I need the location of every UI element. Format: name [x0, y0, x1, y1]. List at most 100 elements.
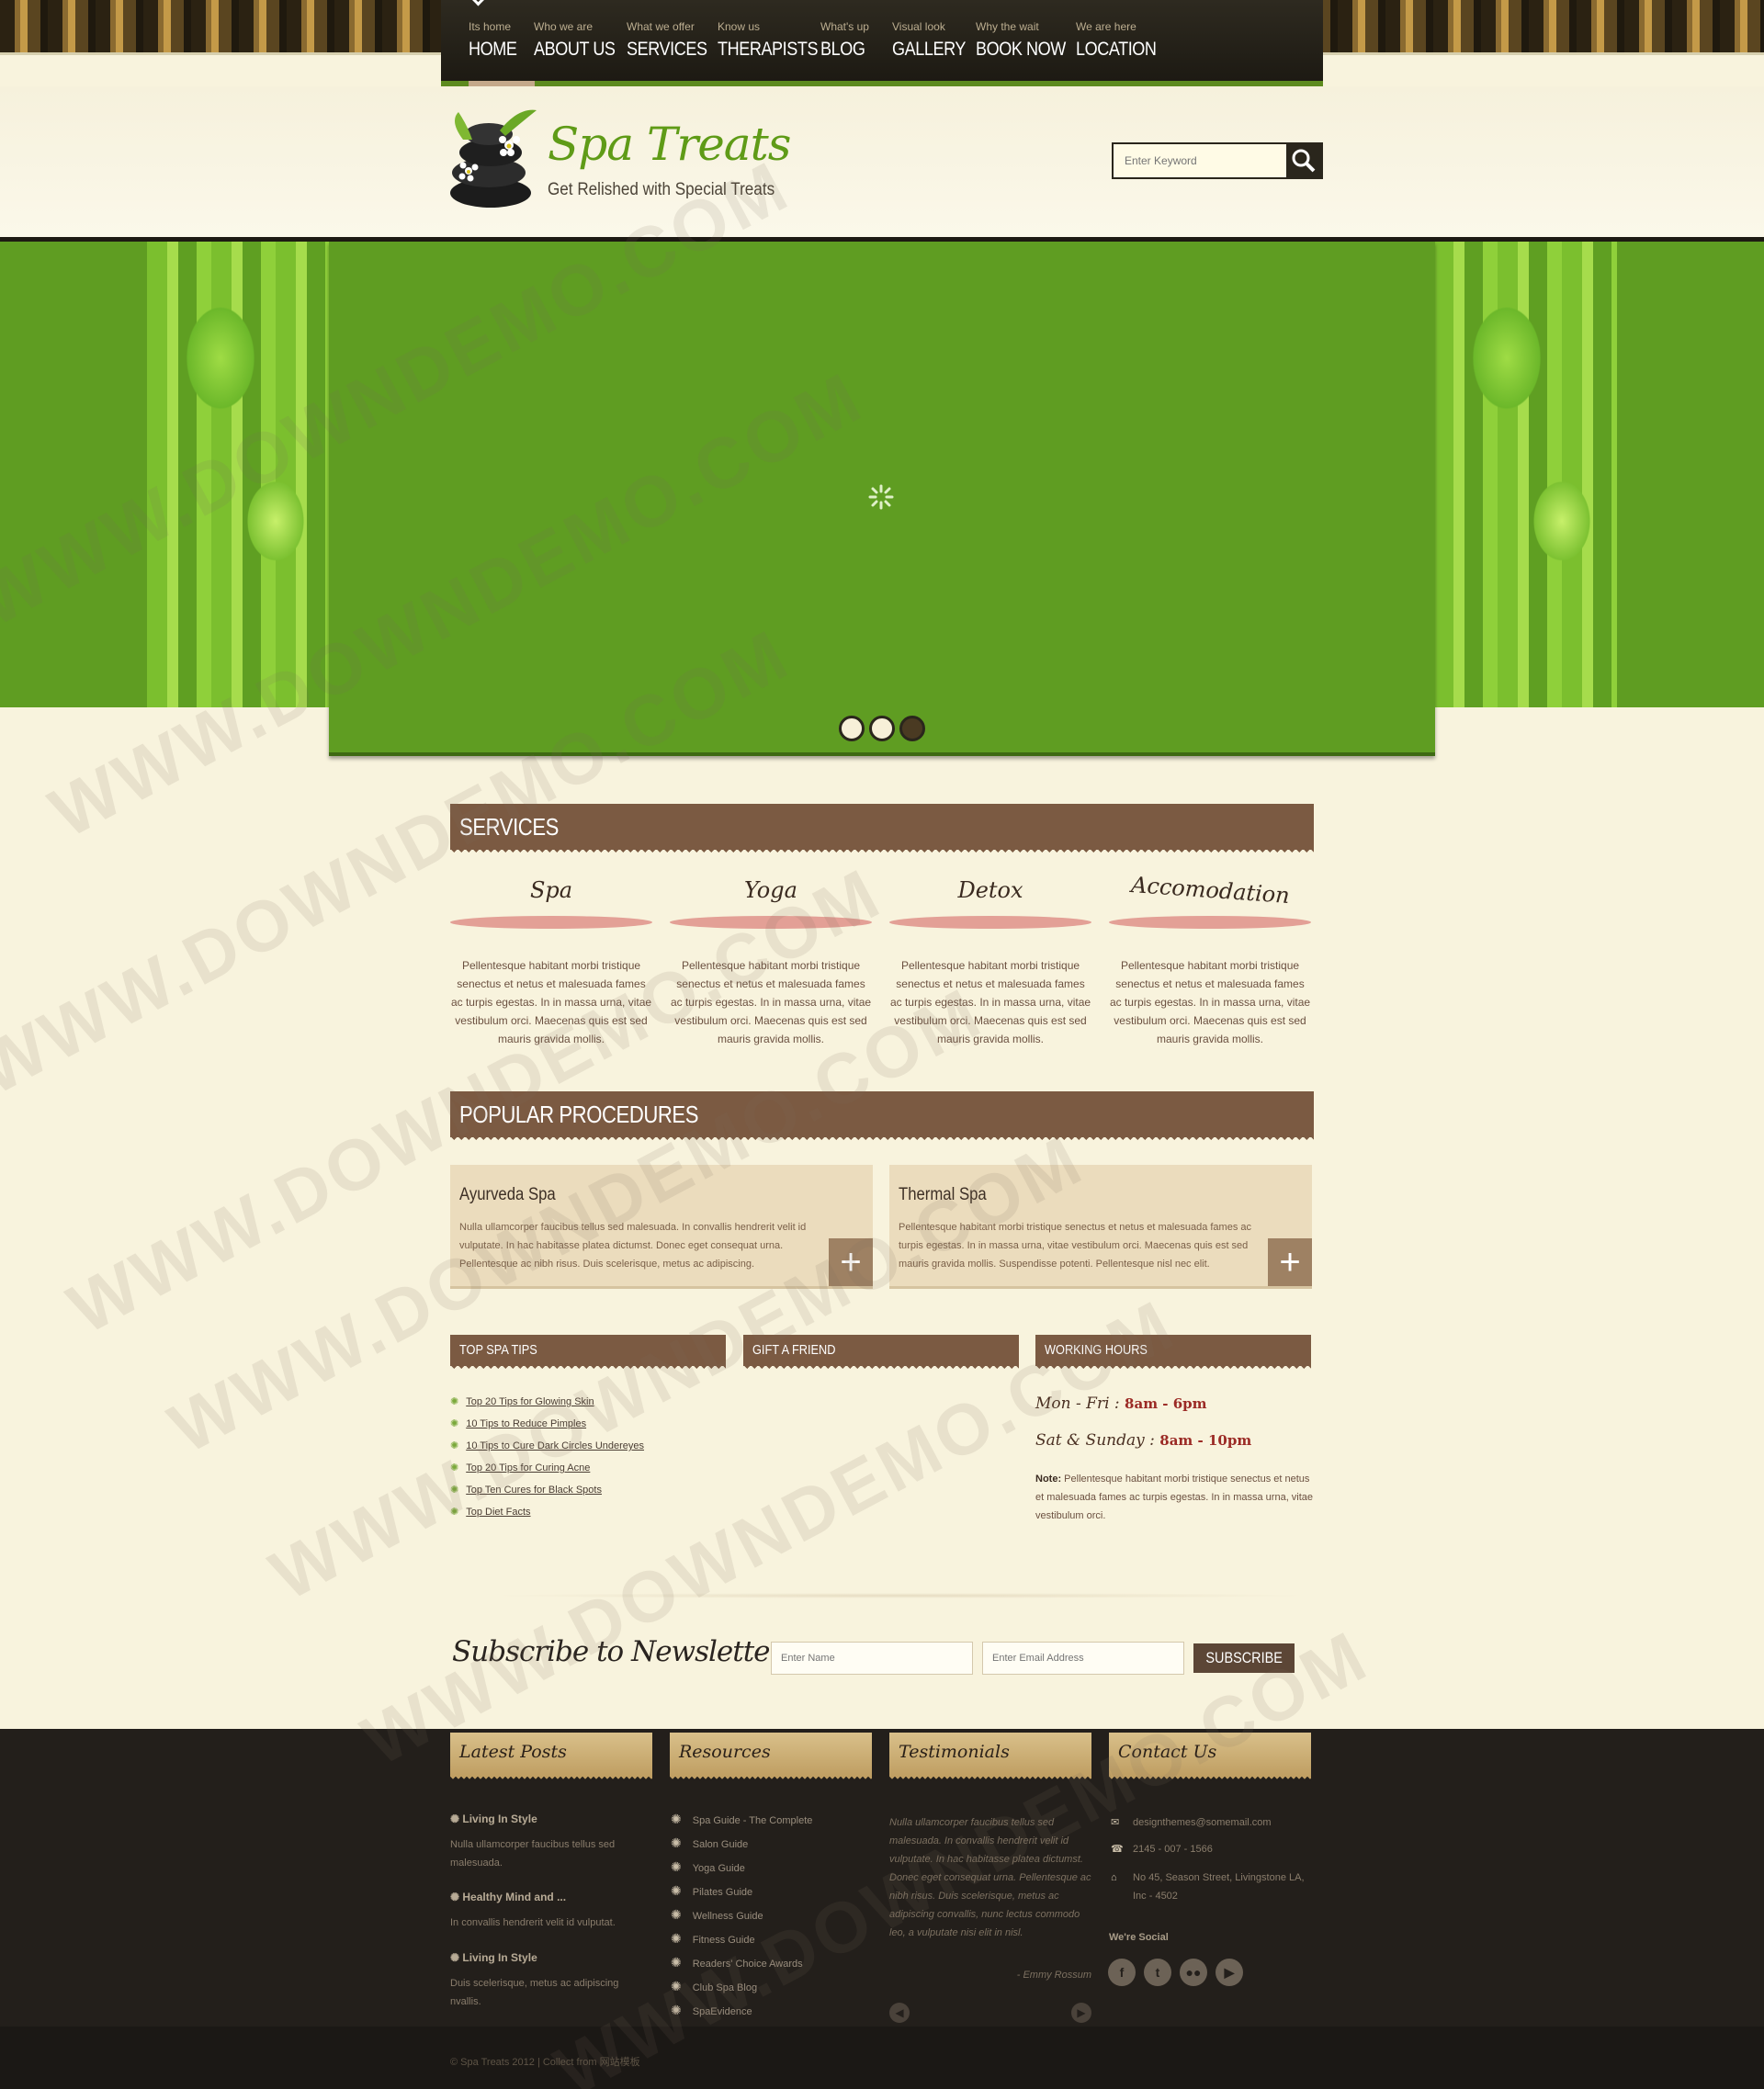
resource-link[interactable]: Fitness Guide [671, 1931, 755, 1947]
hours-note: Note: Pellentesque habitant morbi tristi… [1035, 1470, 1316, 1525]
footer-bottom [0, 2027, 1764, 2089]
procedure-card-thermal: Thermal Spa Pellentesque habitant morbi … [889, 1165, 1312, 1289]
testimonial-prev-button[interactable]: ◀ [889, 2003, 910, 2023]
nav-sub: Visual look [892, 20, 945, 33]
loading-spinner-icon [868, 484, 894, 510]
tip-link[interactable]: Top 20 Tips for Glowing Skin [450, 1395, 594, 1407]
latest-post-title[interactable]: Living In Style [450, 1812, 537, 1825]
nav-sub: Know us [718, 20, 761, 33]
nav-item-home[interactable]: Its home HOME [469, 20, 525, 61]
tip-link[interactable]: Top Diet Facts [450, 1506, 530, 1518]
testimonial-next-button[interactable]: ▶ [1071, 2003, 1091, 2023]
procedure-card-ayurveda: Ayurveda Spa Nulla ullamcorper faucibus … [450, 1165, 873, 1289]
hours-weekend-time: 8am - 10pm [1159, 1432, 1252, 1449]
tip-link[interactable]: 10 Tips to Cure Dark Circles Undereyes [450, 1440, 644, 1451]
nav-label: BLOG [820, 39, 865, 60]
service-spa[interactable]: Spa Pellentesque habitant morbi tristique… [450, 877, 652, 1048]
nav-sub: What we offer [627, 20, 695, 33]
expand-plus-button[interactable]: + [829, 1238, 873, 1286]
resource-link[interactable]: Club Spa Blog [671, 1979, 757, 1994]
hours-weekend-label: Sat & Sunday : [1035, 1431, 1155, 1450]
footer-heading-contact: Contact Us [1109, 1733, 1311, 1782]
nav-label: GALLERY [892, 39, 966, 60]
service-yoga[interactable]: Yoga Pellentesque habitant morbi tristiqu… [670, 877, 872, 1048]
latest-post-text: Nulla ullamcorper faucibus tellus sed ma… [450, 1839, 616, 1869]
service-text: Pellentesque habitant morbi tristique se… [450, 959, 652, 1045]
resource-link[interactable]: SpaEvidence [671, 2003, 752, 2018]
procedure-text: Nulla ullamcorper faucibus tellus sed ma… [459, 1222, 807, 1270]
location-pin-icon: ⌂ [1111, 1872, 1117, 1883]
search-input[interactable] [1114, 144, 1286, 177]
hours-heading-bar: WORKING HOURS [1035, 1335, 1311, 1372]
nav-sub: Why the wait [976, 20, 1039, 33]
nav-item-services[interactable]: What we offer SERVICES [627, 20, 720, 61]
tip-link[interactable]: Top Ten Cures for Black Spots [450, 1484, 602, 1496]
procedure-text: Pellentesque habitant morbi tristique se… [899, 1222, 1252, 1270]
site-title[interactable]: Spa Treats [548, 118, 791, 171]
tips-heading: TOP SPA TIPS [459, 1342, 537, 1358]
resource-link[interactable]: Wellness Guide [671, 1907, 763, 1923]
bamboo-leaves-left-image [147, 242, 331, 707]
hours-weekday: Mon - Fri : 8am - 6pm [1035, 1395, 1207, 1413]
procedures-heading: POPULAR PROCEDURES [459, 1101, 699, 1128]
footer-heading-testimonials: Testimonials [889, 1733, 1091, 1782]
resource-link[interactable]: Salon Guide [671, 1835, 749, 1851]
contact-address: No 45, Season Street, Livingstone LA, In… [1133, 1872, 1305, 1902]
service-divider [889, 916, 1091, 929]
chevron-left-icon: ◀ [895, 2006, 904, 2019]
slider-dot-active[interactable] [899, 716, 925, 741]
latest-post-title[interactable]: Living In Style [450, 1951, 537, 1964]
gift-heading: GIFT A FRIEND [752, 1342, 836, 1358]
subscribe-button[interactable]: SUBSCRIBE [1193, 1643, 1295, 1673]
testimonial-author: - Emmy Rossum [1016, 1970, 1091, 1981]
newsletter-name-input[interactable] [771, 1642, 973, 1675]
resource-link[interactable]: Yoga Guide [671, 1859, 745, 1875]
search-button[interactable] [1286, 144, 1321, 177]
resource-link[interactable]: Spa Guide - The Complete [671, 1812, 813, 1827]
nav-label: LOCATION [1076, 39, 1157, 60]
service-detox[interactable]: Detox Pellentesque habitant morbi tristiq… [889, 877, 1091, 1048]
procedure-title: Ayurveda Spa [459, 1185, 556, 1204]
phone-icon: ☎ [1111, 1844, 1124, 1855]
youtube-icon[interactable]: ▶ [1216, 1959, 1243, 1986]
latest-post-title[interactable]: Healthy Mind and ... [450, 1891, 566, 1903]
nav-item-location[interactable]: We are here LOCATION [1076, 20, 1170, 61]
tip-link[interactable]: 10 Tips to Reduce Pimples [450, 1417, 586, 1429]
slider-dot[interactable] [869, 716, 895, 741]
service-accomodation[interactable]: Accomodation Pellentesque habitant morbi … [1109, 872, 1311, 1048]
contact-phone: 2145 - 007 - 1566 [1133, 1844, 1213, 1855]
slider-dot[interactable] [839, 716, 865, 741]
tip-link[interactable]: Top 20 Tips for Curing Acne [450, 1462, 590, 1474]
procedure-title: Thermal Spa [899, 1185, 987, 1204]
hours-note-text: Pellentesque habitant morbi tristique se… [1035, 1474, 1314, 1521]
latest-post-text: In convallis hendrerit velit id vulputat… [450, 1917, 616, 1928]
service-text: Pellentesque habitant morbi tristique se… [889, 959, 1091, 1045]
service-divider [670, 916, 872, 929]
nav-item-book-now[interactable]: Why the wait BOOK NOW [976, 20, 1080, 61]
services-heading: SERVICES [459, 813, 559, 841]
hours-weekday-time: 8am - 6pm [1125, 1395, 1207, 1412]
nav-label: BOOK NOW [976, 39, 1066, 60]
hours-weekend: Sat & Sunday : 8am - 10pm [1035, 1431, 1251, 1450]
newsletter-email-input[interactable] [982, 1642, 1184, 1675]
resource-link[interactable]: Pilates Guide [671, 1883, 752, 1899]
spa-stones-logo-icon [450, 109, 537, 208]
resource-link[interactable]: Readers' Choice Awards [671, 1955, 803, 1970]
twitter-icon[interactable]: t [1144, 1959, 1171, 1986]
service-text: Pellentesque habitant morbi tristique se… [670, 959, 872, 1045]
nav-item-therapists[interactable]: Know us THERAPISTS [718, 20, 834, 61]
nav-label: THERAPISTS [718, 39, 819, 60]
expand-plus-button[interactable]: + [1268, 1238, 1312, 1286]
service-title: Yoga [744, 877, 797, 903]
subscribe-label: SUBSCRIBE [1205, 1649, 1283, 1666]
nav-item-gallery[interactable]: Visual look GALLERY [892, 20, 978, 61]
search-box [1112, 142, 1323, 179]
service-divider [450, 916, 652, 929]
nav-item-blog[interactable]: What's up BLOG [820, 20, 872, 61]
facebook-icon[interactable]: f [1108, 1959, 1136, 1986]
nav-item-about[interactable]: Who we are ABOUT US [534, 20, 628, 61]
flickr-icon[interactable]: ●● [1180, 1959, 1207, 1986]
procedures-heading-bar: POPULAR PROCEDURES [450, 1091, 1314, 1144]
latest-post-text: Duis scelerisque, metus ac adipiscing nv… [450, 1978, 619, 2007]
contact-email[interactable]: designthemes@somemail.com [1133, 1813, 1272, 1832]
